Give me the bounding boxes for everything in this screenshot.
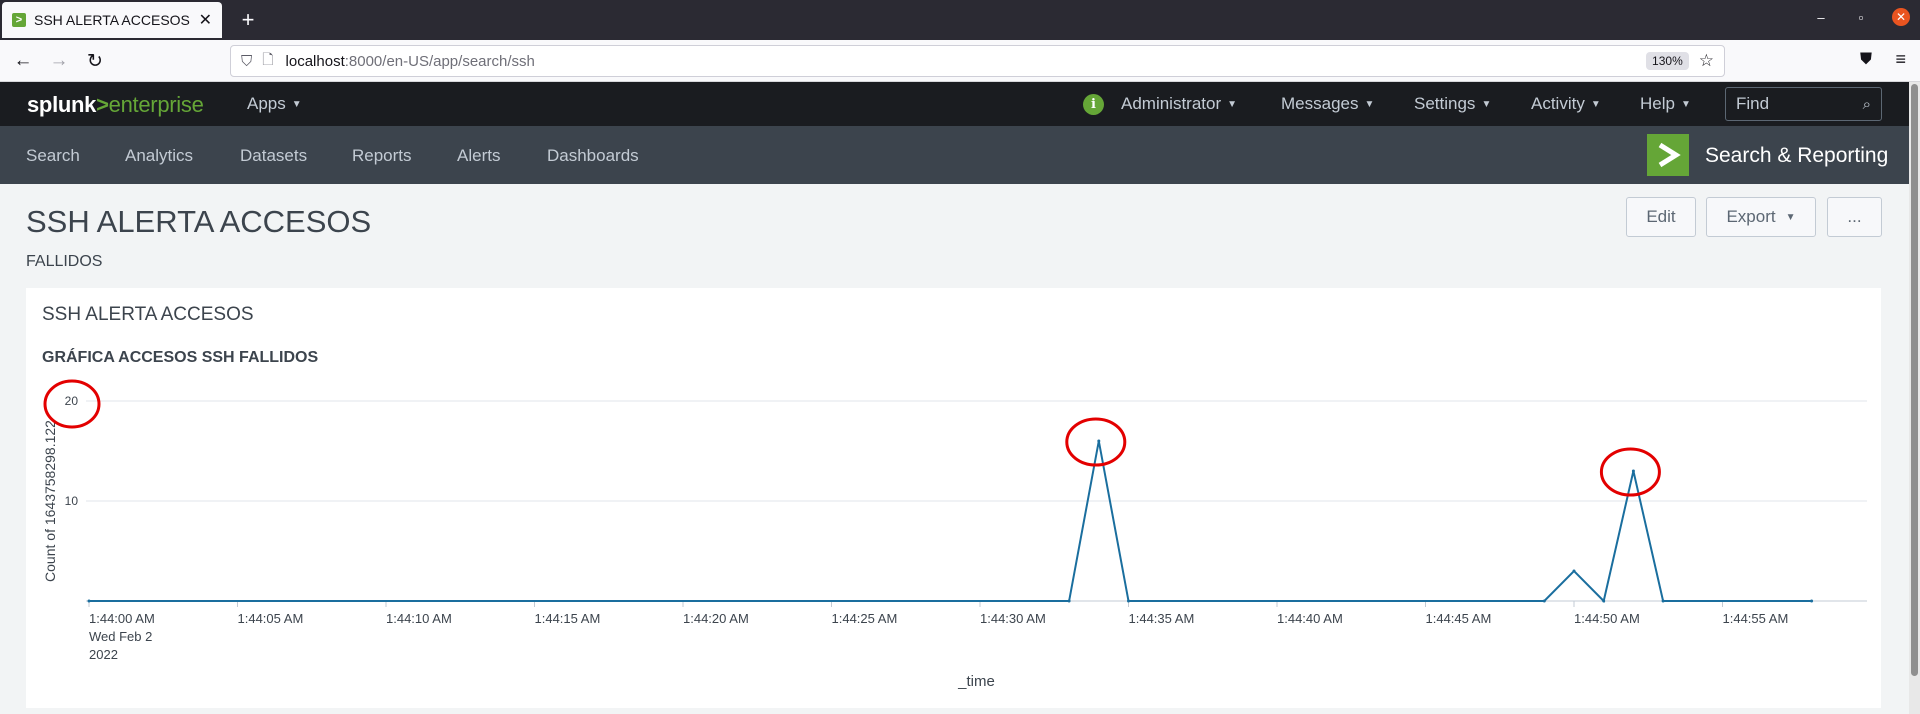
nav-dashboards[interactable]: Dashboards: [547, 146, 639, 166]
x-tick-label: 1:44:00 AM: [89, 611, 155, 626]
url-bar[interactable]: ⛉ 🗋 localhost:8000/en-US/app/search/ssh …: [230, 45, 1725, 77]
app-logo-icon: [1647, 134, 1689, 176]
activity-menu[interactable]: Activity ▼: [1531, 94, 1601, 114]
caret-down-icon: ▼: [1785, 211, 1796, 223]
scrollbar-thumb[interactable]: [1911, 84, 1918, 676]
data-point: [1067, 599, 1071, 603]
nav-alerts[interactable]: Alerts: [457, 146, 500, 166]
data-point: [1542, 599, 1546, 603]
apps-menu[interactable]: Apps ▼: [247, 94, 302, 114]
x-tick-label: 1:44:10 AM: [386, 611, 452, 626]
url-path: :8000/en-US/app/search/ssh: [344, 52, 535, 70]
nav-datasets[interactable]: Datasets: [240, 146, 307, 166]
export-button[interactable]: Export ▼: [1706, 197, 1816, 237]
x-axis-title: _time: [957, 673, 995, 690]
data-point: [1572, 569, 1576, 573]
x-tick-label: 1:44:15 AM: [535, 611, 601, 626]
line-chart: 10 20 1:44:00 AM 1:44:05 AM 1:44:10 AM 1:44:1…: [42, 379, 1867, 690]
data-point: [1661, 599, 1665, 603]
browser-tab[interactable]: > SSH ALERTA ACCESOS | S ✕: [2, 2, 222, 38]
url-host: localhost: [285, 52, 345, 70]
tab-title: SSH ALERTA ACCESOS | S: [34, 12, 191, 28]
splunk-favicon-icon: >: [12, 13, 26, 27]
x-tick-label: 1:44:45 AM: [1426, 611, 1492, 626]
x-tick-label: 1:44:05 AM: [238, 611, 304, 626]
restore-icon[interactable]: ▫: [1852, 10, 1870, 25]
splunk-header: splunk>enterprise Apps ▼ i Administrator ▼…: [0, 82, 1909, 126]
x-tick-label: 1:44:55 AM: [1723, 611, 1789, 626]
app-name: Search & Reporting: [1705, 144, 1889, 167]
dashboard-panel: SSH ALERTA ACCESOS GRÁFICA ACCESOS SSH F…: [26, 288, 1881, 708]
data-point: [1602, 599, 1606, 603]
new-tab-button[interactable]: +: [234, 6, 262, 34]
dashboard-description: FALLIDOS: [26, 253, 103, 270]
data-point: [1097, 439, 1101, 443]
data-point: [1631, 469, 1635, 473]
splunk-logo[interactable]: splunk>enterprise: [27, 92, 204, 118]
x-tick-sublabel: Wed Feb 2: [89, 629, 152, 644]
x-tick-label: 1:44:35 AM: [1129, 611, 1195, 626]
x-tick-label: 1:44:25 AM: [832, 611, 898, 626]
messages-menu[interactable]: Messages ▼: [1281, 94, 1374, 114]
zoom-level-badge[interactable]: 130%: [1646, 52, 1689, 70]
caret-down-icon: ▼: [291, 98, 302, 110]
x-tick-sublabel: 2022: [89, 647, 118, 662]
caret-down-icon: ▼: [1364, 98, 1375, 110]
nav-analytics[interactable]: Analytics: [125, 146, 193, 166]
window-close-icon[interactable]: ✕: [1892, 8, 1910, 26]
page-icon[interactable]: 🗋: [262, 49, 273, 73]
shield-icon[interactable]: ⛉: [241, 53, 252, 70]
browser-tabbar: > SSH ALERTA ACCESOS | S ✕ + – ▫ ✕: [0, 0, 1920, 40]
info-icon[interactable]: i: [1083, 94, 1104, 115]
nav-search[interactable]: Search: [26, 146, 80, 166]
x-tick-label: 1:44:40 AM: [1277, 611, 1343, 626]
back-icon[interactable]: ←: [10, 48, 36, 74]
search-icon[interactable]: ⌕: [1863, 96, 1871, 113]
nav-reports[interactable]: Reports: [352, 146, 412, 166]
tab-close-icon[interactable]: ✕: [199, 10, 212, 30]
series-line: [89, 440, 1812, 603]
pocket-icon[interactable]: ⛊: [1860, 51, 1872, 69]
dashboard-title: SSH ALERTA ACCESOS: [26, 204, 372, 239]
more-actions-button[interactable]: ...: [1827, 197, 1882, 237]
window-controls: – ▫ ✕: [1812, 8, 1910, 26]
minimize-icon[interactable]: –: [1812, 10, 1830, 25]
y-tick-label: 10: [65, 494, 79, 508]
x-tick-label: 1:44:20 AM: [683, 611, 749, 626]
browser-navbar: ← → ↻ ⛉ 🗋 localhost:8000/en-US/app/searc…: [0, 40, 1920, 82]
y-tick-label: 20: [65, 394, 79, 408]
x-tick-label: 1:44:50 AM: [1574, 611, 1640, 626]
caret-down-icon: ▼: [1481, 98, 1492, 110]
y-axis-title: Count of 1643758298.122: [42, 420, 58, 582]
caret-down-icon: ▼: [1590, 98, 1601, 110]
app-navbar: Search Analytics Datasets Reports Alerts…: [0, 126, 1909, 184]
caret-down-icon: ▼: [1680, 98, 1691, 110]
data-point: [1127, 599, 1130, 603]
reload-icon[interactable]: ↻: [82, 48, 108, 74]
data-point: [87, 599, 91, 603]
caret-down-icon: ▼: [1227, 98, 1238, 110]
bookmark-star-icon[interactable]: ☆: [1699, 51, 1714, 71]
forward-icon[interactable]: →: [46, 48, 72, 74]
edit-button[interactable]: Edit: [1626, 197, 1696, 237]
find-input[interactable]: Find ⌕: [1725, 87, 1882, 121]
x-tick-label: 1:44:30 AM: [980, 611, 1046, 626]
page-scrollbar[interactable]: [1909, 82, 1920, 714]
help-menu[interactable]: Help ▼: [1640, 94, 1691, 114]
data-point: [1810, 599, 1814, 603]
settings-menu[interactable]: Settings ▼: [1414, 94, 1491, 114]
administrator-menu[interactable]: Administrator ▼: [1121, 94, 1237, 114]
hamburger-menu-icon[interactable]: ≡: [1895, 49, 1906, 70]
